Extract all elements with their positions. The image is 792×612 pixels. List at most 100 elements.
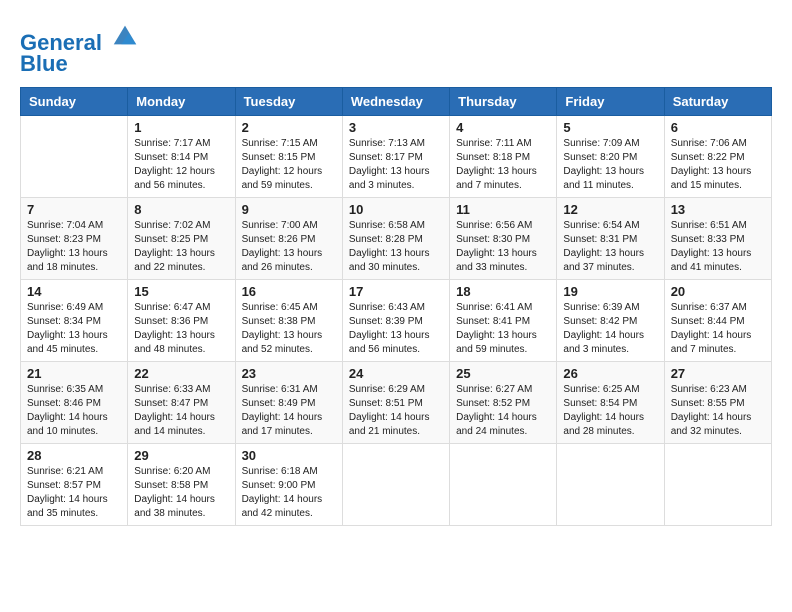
day-number: 2 (242, 120, 336, 135)
calendar-cell (664, 444, 771, 526)
day-info: Sunrise: 7:06 AM Sunset: 8:22 PM Dayligh… (671, 137, 765, 193)
day-number: 12 (563, 202, 657, 217)
day-info: Sunrise: 7:02 AM Sunset: 8:25 PM Dayligh… (134, 219, 228, 275)
day-number: 7 (27, 202, 121, 217)
week-row-3: 21 Sunrise: 6:35 AM Sunset: 8:46 PM Dayl… (21, 362, 772, 444)
day-number: 25 (456, 366, 550, 381)
calendar-cell: 6 Sunrise: 7:06 AM Sunset: 8:22 PM Dayli… (664, 116, 771, 198)
calendar-cell: 18 Sunrise: 6:41 AM Sunset: 8:41 PM Dayl… (450, 280, 557, 362)
day-number: 6 (671, 120, 765, 135)
weekday-header-saturday: Saturday (664, 88, 771, 116)
calendar-cell (21, 116, 128, 198)
page-header: General Blue (20, 20, 772, 77)
weekday-header-tuesday: Tuesday (235, 88, 342, 116)
calendar-cell: 25 Sunrise: 6:27 AM Sunset: 8:52 PM Dayl… (450, 362, 557, 444)
day-info: Sunrise: 6:45 AM Sunset: 8:38 PM Dayligh… (242, 301, 336, 357)
day-number: 30 (242, 448, 336, 463)
day-number: 22 (134, 366, 228, 381)
calendar-cell: 27 Sunrise: 6:23 AM Sunset: 8:55 PM Dayl… (664, 362, 771, 444)
calendar-cell: 15 Sunrise: 6:47 AM Sunset: 8:36 PM Dayl… (128, 280, 235, 362)
day-number: 11 (456, 202, 550, 217)
day-number: 17 (349, 284, 443, 299)
logo-text: General (20, 20, 140, 55)
calendar-body: 1 Sunrise: 7:17 AM Sunset: 8:14 PM Dayli… (21, 116, 772, 526)
day-number: 19 (563, 284, 657, 299)
day-number: 15 (134, 284, 228, 299)
calendar-cell: 13 Sunrise: 6:51 AM Sunset: 8:33 PM Dayl… (664, 198, 771, 280)
day-number: 24 (349, 366, 443, 381)
day-info: Sunrise: 6:25 AM Sunset: 8:54 PM Dayligh… (563, 383, 657, 439)
calendar-cell (450, 444, 557, 526)
day-info: Sunrise: 7:04 AM Sunset: 8:23 PM Dayligh… (27, 219, 121, 275)
day-info: Sunrise: 7:17 AM Sunset: 8:14 PM Dayligh… (134, 137, 228, 193)
day-info: Sunrise: 6:29 AM Sunset: 8:51 PM Dayligh… (349, 383, 443, 439)
calendar-cell: 29 Sunrise: 6:20 AM Sunset: 8:58 PM Dayl… (128, 444, 235, 526)
calendar-cell: 7 Sunrise: 7:04 AM Sunset: 8:23 PM Dayli… (21, 198, 128, 280)
calendar-cell: 28 Sunrise: 6:21 AM Sunset: 8:57 PM Dayl… (21, 444, 128, 526)
calendar-cell: 10 Sunrise: 6:58 AM Sunset: 8:28 PM Dayl… (342, 198, 449, 280)
calendar-cell: 14 Sunrise: 6:49 AM Sunset: 8:34 PM Dayl… (21, 280, 128, 362)
day-number: 20 (671, 284, 765, 299)
day-info: Sunrise: 6:54 AM Sunset: 8:31 PM Dayligh… (563, 219, 657, 275)
calendar-cell: 4 Sunrise: 7:11 AM Sunset: 8:18 PM Dayli… (450, 116, 557, 198)
day-number: 10 (349, 202, 443, 217)
day-number: 1 (134, 120, 228, 135)
weekday-header-friday: Friday (557, 88, 664, 116)
day-number: 29 (134, 448, 228, 463)
weekday-header-row: SundayMondayTuesdayWednesdayThursdayFrid… (21, 88, 772, 116)
day-info: Sunrise: 6:33 AM Sunset: 8:47 PM Dayligh… (134, 383, 228, 439)
day-info: Sunrise: 6:41 AM Sunset: 8:41 PM Dayligh… (456, 301, 550, 357)
day-number: 18 (456, 284, 550, 299)
day-info: Sunrise: 6:20 AM Sunset: 8:58 PM Dayligh… (134, 465, 228, 521)
day-number: 16 (242, 284, 336, 299)
calendar-cell: 11 Sunrise: 6:56 AM Sunset: 8:30 PM Dayl… (450, 198, 557, 280)
day-info: Sunrise: 6:56 AM Sunset: 8:30 PM Dayligh… (456, 219, 550, 275)
weekday-header-monday: Monday (128, 88, 235, 116)
calendar-cell: 12 Sunrise: 6:54 AM Sunset: 8:31 PM Dayl… (557, 198, 664, 280)
calendar-cell: 26 Sunrise: 6:25 AM Sunset: 8:54 PM Dayl… (557, 362, 664, 444)
day-info: Sunrise: 6:49 AM Sunset: 8:34 PM Dayligh… (27, 301, 121, 357)
day-number: 9 (242, 202, 336, 217)
day-info: Sunrise: 7:13 AM Sunset: 8:17 PM Dayligh… (349, 137, 443, 193)
day-number: 5 (563, 120, 657, 135)
calendar-cell (342, 444, 449, 526)
day-info: Sunrise: 6:21 AM Sunset: 8:57 PM Dayligh… (27, 465, 121, 521)
calendar-cell: 22 Sunrise: 6:33 AM Sunset: 8:47 PM Dayl… (128, 362, 235, 444)
day-info: Sunrise: 7:15 AM Sunset: 8:15 PM Dayligh… (242, 137, 336, 193)
day-number: 13 (671, 202, 765, 217)
day-info: Sunrise: 6:35 AM Sunset: 8:46 PM Dayligh… (27, 383, 121, 439)
day-info: Sunrise: 6:39 AM Sunset: 8:42 PM Dayligh… (563, 301, 657, 357)
logo-icon (110, 20, 140, 50)
weekday-header-thursday: Thursday (450, 88, 557, 116)
week-row-0: 1 Sunrise: 7:17 AM Sunset: 8:14 PM Dayli… (21, 116, 772, 198)
calendar-cell: 17 Sunrise: 6:43 AM Sunset: 8:39 PM Dayl… (342, 280, 449, 362)
day-info: Sunrise: 6:37 AM Sunset: 8:44 PM Dayligh… (671, 301, 765, 357)
weekday-header-sunday: Sunday (21, 88, 128, 116)
day-number: 27 (671, 366, 765, 381)
calendar-cell: 19 Sunrise: 6:39 AM Sunset: 8:42 PM Dayl… (557, 280, 664, 362)
day-info: Sunrise: 6:47 AM Sunset: 8:36 PM Dayligh… (134, 301, 228, 357)
day-number: 4 (456, 120, 550, 135)
day-info: Sunrise: 6:51 AM Sunset: 8:33 PM Dayligh… (671, 219, 765, 275)
day-info: Sunrise: 7:00 AM Sunset: 8:26 PM Dayligh… (242, 219, 336, 275)
day-number: 14 (27, 284, 121, 299)
calendar-cell: 8 Sunrise: 7:02 AM Sunset: 8:25 PM Dayli… (128, 198, 235, 280)
day-number: 26 (563, 366, 657, 381)
day-info: Sunrise: 6:31 AM Sunset: 8:49 PM Dayligh… (242, 383, 336, 439)
calendar-cell: 30 Sunrise: 6:18 AM Sunset: 9:00 PM Dayl… (235, 444, 342, 526)
week-row-1: 7 Sunrise: 7:04 AM Sunset: 8:23 PM Dayli… (21, 198, 772, 280)
calendar-cell: 23 Sunrise: 6:31 AM Sunset: 8:49 PM Dayl… (235, 362, 342, 444)
calendar-cell: 21 Sunrise: 6:35 AM Sunset: 8:46 PM Dayl… (21, 362, 128, 444)
calendar-cell: 24 Sunrise: 6:29 AM Sunset: 8:51 PM Dayl… (342, 362, 449, 444)
day-number: 28 (27, 448, 121, 463)
day-number: 23 (242, 366, 336, 381)
calendar-cell: 1 Sunrise: 7:17 AM Sunset: 8:14 PM Dayli… (128, 116, 235, 198)
day-number: 3 (349, 120, 443, 135)
weekday-header-wednesday: Wednesday (342, 88, 449, 116)
day-info: Sunrise: 6:18 AM Sunset: 9:00 PM Dayligh… (242, 465, 336, 521)
calendar-cell: 20 Sunrise: 6:37 AM Sunset: 8:44 PM Dayl… (664, 280, 771, 362)
calendar-cell: 16 Sunrise: 6:45 AM Sunset: 8:38 PM Dayl… (235, 280, 342, 362)
logo: General Blue (20, 20, 140, 77)
calendar-cell: 3 Sunrise: 7:13 AM Sunset: 8:17 PM Dayli… (342, 116, 449, 198)
week-row-4: 28 Sunrise: 6:21 AM Sunset: 8:57 PM Dayl… (21, 444, 772, 526)
